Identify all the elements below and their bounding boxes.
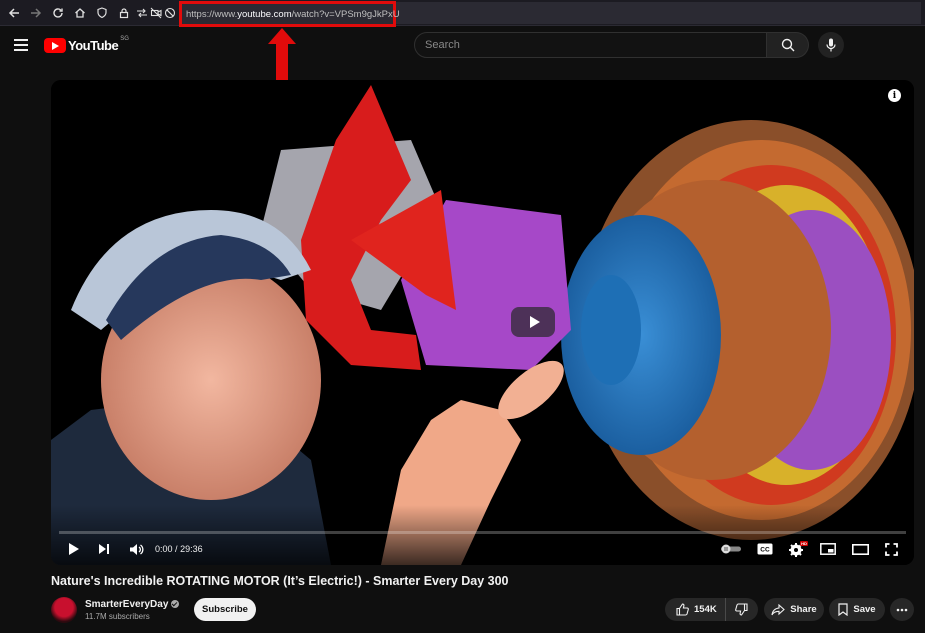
current-time: 0:00 [155,544,173,554]
time-display: 0:00 / 29:36 [155,544,203,554]
video-title: Nature's Incredible ROTATING MOTOR (It’s… [51,574,509,588]
subscriber-count: 11.7M subscribers [85,612,150,621]
search-input[interactable] [425,39,766,51]
url-domain: youtube.com [237,8,292,20]
like-count: 154K [694,604,717,615]
channel-name: SmarterEveryDay [85,599,169,610]
video-thumbnail [51,80,914,565]
url-bar[interactable]: https://www.youtube.com/watch?v=VPSm9gJk… [179,1,400,27]
voice-search-button[interactable] [818,32,844,58]
next-icon[interactable] [96,541,112,557]
youtube-wordmark: YouTube [68,37,119,53]
home-icon[interactable] [69,2,91,24]
more-actions-button[interactable] [890,598,914,621]
like-button[interactable]: 154K [665,598,726,621]
channel-avatar[interactable] [51,597,77,623]
hd-badge: HD [801,541,807,546]
forward-icon[interactable] [25,2,47,24]
video-player[interactable]: i 0:00 / 29:36 CC HD [51,80,914,565]
subscribe-button[interactable]: Subscribe [194,598,256,621]
shield-icon[interactable] [91,2,113,24]
camera-off-icon[interactable] [149,2,163,24]
thumbs-down-icon [735,603,748,616]
save-label: Save [853,604,876,615]
back-icon[interactable] [3,2,25,24]
menu-icon[interactable] [14,39,28,51]
search-button[interactable] [767,32,809,58]
channel-name-link[interactable]: SmarterEveryDay [85,599,180,610]
more-horizontal-icon [896,608,908,611]
save-button[interactable]: Save [829,598,885,621]
mic-off-icon[interactable] [163,2,177,24]
settings-icon[interactable]: HD [788,541,808,557]
progress-bar[interactable] [59,531,906,534]
theater-mode-icon[interactable] [850,541,870,557]
search-icon [781,38,794,52]
duration: 29:36 [180,544,203,554]
info-icon[interactable]: i [888,89,901,102]
like-dislike-group: 154K [665,598,758,621]
country-code: SG [120,36,129,42]
controls-gradient [51,505,914,565]
share-button[interactable]: Share [764,598,824,621]
search-box [414,32,767,58]
permissions-icon[interactable] [135,2,149,24]
thumbs-up-icon [676,603,689,616]
volume-icon[interactable] [127,541,145,557]
svg-text:CC: CC [760,547,770,554]
lock-icon[interactable] [113,2,135,24]
share-icon [771,603,786,615]
miniplayer-icon[interactable] [819,541,837,557]
verified-icon [171,600,180,609]
play-icon[interactable] [66,541,82,557]
autoplay-toggle[interactable] [719,541,743,557]
large-play-button[interactable] [511,307,555,337]
browser-toolbar [0,0,925,26]
youtube-logo[interactable]: YouTube SG [44,36,129,53]
bookmark-icon [838,603,849,616]
youtube-header: YouTube SG [0,27,925,65]
share-label: Share [790,604,817,615]
youtube-play-icon [44,37,66,53]
url-text: https://www.youtube.com/watch?v=VPSm9gJk… [186,8,400,20]
dislike-button[interactable] [726,598,758,621]
url-bar-background [396,2,921,24]
subtitles-icon[interactable]: CC [756,541,774,557]
reload-icon[interactable] [47,2,69,24]
fullscreen-icon[interactable] [883,541,899,557]
microphone-icon [826,38,836,52]
